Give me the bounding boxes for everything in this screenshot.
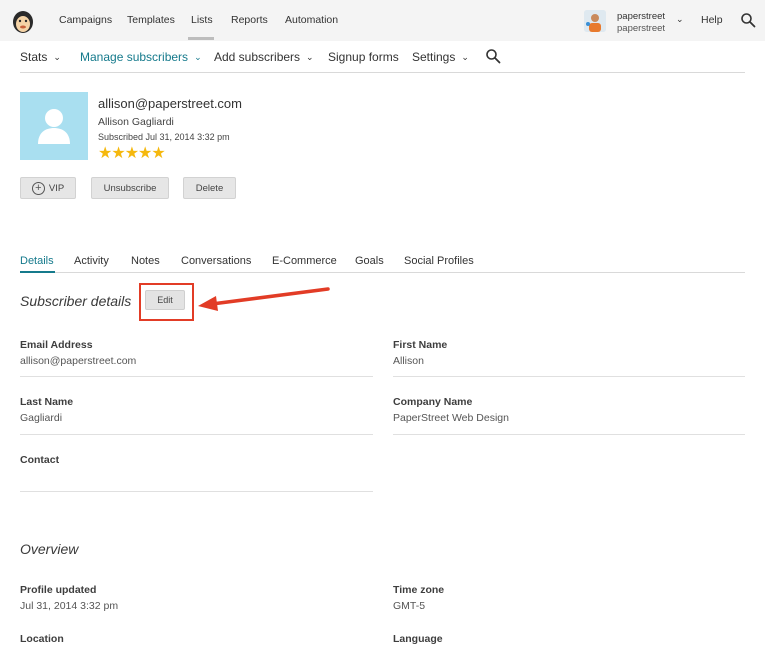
annotation-arrow-icon — [198, 287, 330, 311]
subnav-stats-label: Stats — [20, 50, 48, 64]
field-label-last-name: Last Name — [20, 396, 74, 408]
subnav-settings[interactable]: Settings ⌄ — [412, 50, 469, 64]
field-label-location: Location — [20, 633, 64, 645]
subnav-stats[interactable]: Stats ⌄ — [20, 50, 61, 64]
account-avatar[interactable] — [584, 10, 606, 32]
tab-details[interactable]: Details — [20, 255, 54, 267]
field-value-first-name: Allison — [393, 355, 424, 367]
account-avatar-icon — [584, 10, 606, 32]
subscriber-email-heading: allison@paperstreet.com — [98, 96, 242, 111]
subscriber-full-name: Allison Gagliardi — [98, 116, 174, 128]
account-name[interactable]: paperstreet — [617, 10, 665, 23]
field-value-last-name: Gagliardi — [20, 412, 63, 424]
nav-active-indicator — [188, 37, 214, 40]
field-divider — [393, 376, 745, 377]
field-label-time-zone: Time zone — [393, 584, 445, 596]
field-value-company-name: PaperStreet Web Design — [393, 412, 509, 424]
member-rating-stars: ★★★★★ — [98, 145, 166, 162]
field-divider — [20, 376, 373, 377]
subnav-add-subscribers[interactable]: Add subscribers ⌄ — [214, 50, 314, 64]
tab-notes[interactable]: Notes — [131, 255, 160, 267]
tab-ecommerce[interactable]: E-Commerce — [272, 255, 337, 267]
vip-button[interactable]: + VIP — [20, 177, 76, 199]
account-chevron-down-icon[interactable]: ⌄ — [676, 14, 684, 25]
account-subname: paperstreet — [617, 23, 666, 34]
field-label-company-name: Company Name — [393, 396, 473, 408]
subscriber-avatar — [20, 92, 88, 160]
subnav-add-label: Add subscribers — [214, 50, 301, 64]
field-label-contact: Contact — [20, 454, 60, 466]
nav-automation[interactable]: Automation — [285, 14, 338, 26]
tab-active-indicator — [20, 271, 55, 273]
subnav-settings-label: Settings — [412, 50, 456, 64]
chevron-down-icon: ⌄ — [194, 52, 202, 62]
tabs-divider — [20, 272, 745, 273]
delete-button[interactable]: Delete — [183, 177, 236, 199]
unsubscribe-button[interactable]: Unsubscribe — [91, 177, 169, 199]
field-label-language: Language — [393, 633, 443, 645]
subnav-signup-forms[interactable]: Signup forms — [328, 50, 399, 64]
tab-goals[interactable]: Goals — [355, 255, 384, 267]
annotation-highlight-box — [139, 283, 194, 321]
tab-activity[interactable]: Activity — [74, 255, 109, 267]
chevron-down-icon: ⌄ — [461, 52, 469, 62]
chevron-down-icon: ⌄ — [53, 52, 61, 62]
field-divider — [20, 491, 373, 492]
overview-heading: Overview — [20, 541, 79, 557]
nav-lists[interactable]: Lists — [191, 14, 213, 26]
chevron-down-icon: ⌄ — [306, 52, 314, 62]
subscribed-date: Subscribed Jul 31, 2014 3:32 pm — [98, 132, 230, 142]
field-label-profile-updated: Profile updated — [20, 584, 97, 596]
vip-button-label: VIP — [48, 182, 65, 194]
field-label-first-name: First Name — [393, 339, 448, 351]
tab-social-profiles[interactable]: Social Profiles — [404, 255, 474, 267]
field-divider — [20, 434, 373, 435]
top-nav: Campaigns Templates Lists Reports Automa… — [0, 0, 765, 41]
nav-templates[interactable]: Templates — [127, 14, 175, 26]
help-link[interactable]: Help — [701, 14, 723, 26]
nav-reports[interactable]: Reports — [231, 14, 268, 26]
subscriber-details-heading: Subscriber details — [20, 293, 132, 309]
user-silhouette-icon — [38, 109, 70, 144]
field-value-profile-updated: Jul 31, 2014 3:32 pm — [20, 600, 119, 612]
plus-circle-icon: + — [31, 181, 45, 195]
subnav-manage-subscribers[interactable]: Manage subscribers ⌄ — [80, 50, 202, 64]
subnav-manage-label: Manage subscribers — [80, 50, 189, 64]
field-divider — [393, 434, 745, 435]
nav-campaigns[interactable]: Campaigns — [59, 14, 112, 26]
mailchimp-logo-icon[interactable] — [11, 8, 35, 34]
field-value-time-zone: GMT-5 — [393, 600, 426, 612]
tab-conversations[interactable]: Conversations — [181, 255, 251, 267]
subnav-divider — [20, 72, 745, 73]
field-value-email: allison@paperstreet.com — [20, 355, 137, 367]
search-icon[interactable] — [740, 12, 756, 28]
field-label-email: Email Address — [20, 339, 93, 351]
search-icon[interactable] — [485, 48, 501, 64]
